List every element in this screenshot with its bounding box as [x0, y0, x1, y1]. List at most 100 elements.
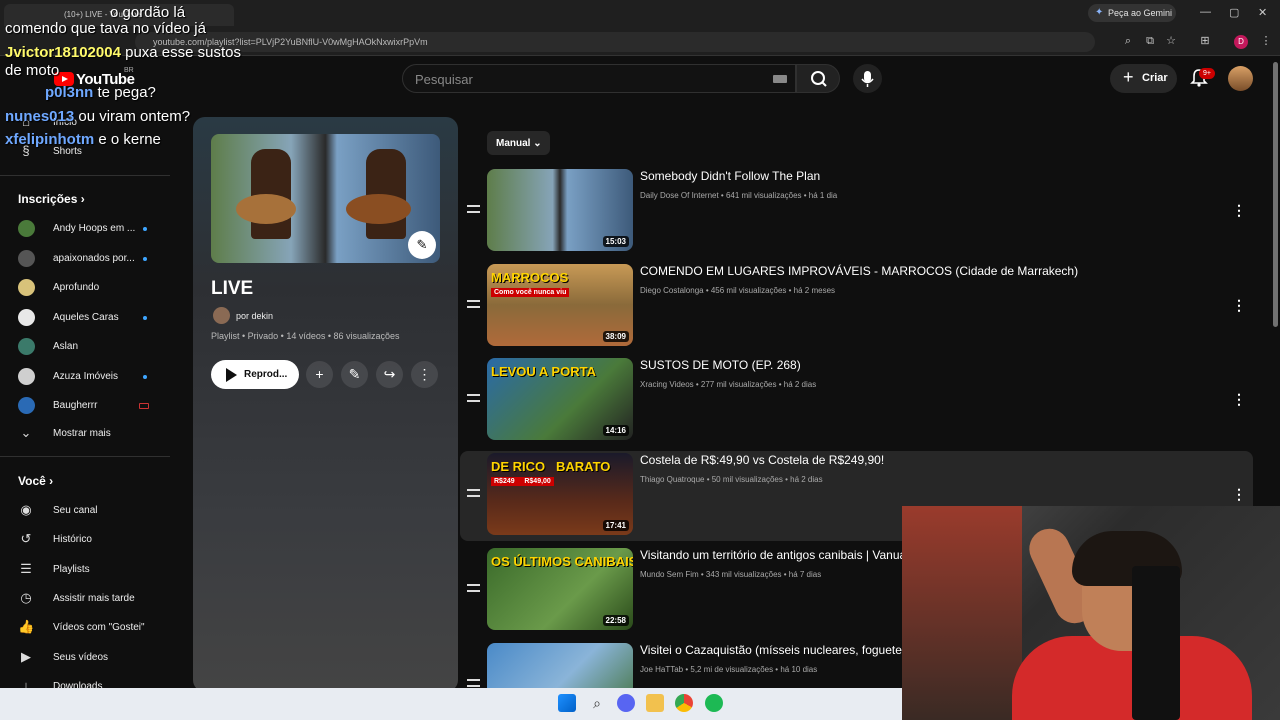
sidebar-item-like[interactable]: 👍 Vídeos com "Gostei" — [0, 617, 170, 639]
sidebar-item-subscription[interactable]: Andy Hoops em ... — [0, 218, 170, 240]
sidebar-item-subscription[interactable]: apaixonados por... — [0, 248, 170, 270]
chrome-icon[interactable] — [675, 694, 693, 712]
chat-message: de moto — [5, 62, 59, 79]
you-title: Você — [18, 474, 46, 488]
channel-avatar — [18, 308, 35, 326]
video-title[interactable]: Visitei o Cazaquistão (mísseis nucleares… — [640, 643, 908, 657]
channel-avatar — [18, 279, 35, 296]
close-icon[interactable]: ✕ — [1258, 6, 1267, 19]
minimize-icon[interactable]: — — [1200, 6, 1211, 18]
sidebar-item-subscription[interactable]: Aprofundo — [0, 277, 170, 299]
create-label: Criar — [1142, 72, 1168, 84]
zoom-icon[interactable]: ⌕ — [1120, 33, 1136, 49]
video-title[interactable]: SUSTOS DE MOTO (EP. 268) — [640, 358, 801, 372]
maximize-icon[interactable]: ▢ — [1229, 6, 1239, 19]
play-label: Reprod... — [244, 369, 288, 380]
playlist-video-row[interactable]: LEVOU A PORTA 14:16 SUSTOS DE MOTO (EP. 26… — [460, 356, 1253, 446]
sidebar-item-label: Andy Hoops em ... — [53, 223, 136, 234]
video-title[interactable]: Costela de R$:49,90 vs Costela de R$249,… — [640, 453, 884, 467]
video-thumbnail[interactable]: LEVOU A PORTA 14:16 — [487, 358, 633, 441]
new-content-dot — [143, 374, 147, 379]
sidebar-item-playlists[interactable]: ☰ Playlists — [0, 559, 170, 581]
search-icon[interactable]: ⌕ — [588, 694, 606, 712]
user-avatar[interactable] — [1228, 66, 1253, 91]
bookmark-star-icon[interactable]: ☆ — [1163, 33, 1179, 49]
video-thumbnail[interactable]: MARROCOS Como você nunca viu 38:09 — [487, 263, 633, 346]
chat-text: o gordão lá — [110, 4, 186, 21]
search-button[interactable] — [796, 64, 840, 93]
chat-message: nunes013 ou viram ontem? — [5, 108, 190, 125]
channel-avatar — [18, 367, 35, 385]
windows-start-icon[interactable] — [558, 694, 576, 712]
voice-search-button[interactable] — [853, 64, 882, 93]
spotify-icon[interactable] — [705, 694, 723, 712]
keyboard-icon[interactable] — [773, 75, 787, 83]
discord-icon[interactable] — [617, 694, 635, 712]
playlist-video-row[interactable]: MARROCOS Como você nunca viu 38:09 COMENDO … — [460, 262, 1253, 352]
playlist-video-row[interactable]: 15:03 Somebody Didn't Follow The Plan Dail… — [460, 167, 1253, 257]
video-thumbnail[interactable]: 15:03 — [487, 169, 633, 251]
thumb-guitar — [346, 194, 411, 224]
drag-handle-icon[interactable] — [467, 678, 480, 687]
playlist-thumbnail[interactable] — [211, 134, 440, 263]
extensions-icon[interactable]: ⊞ — [1197, 33, 1213, 49]
duration-badge: 15:03 — [602, 236, 629, 247]
sidebar-item-subscription[interactable]: Azuza Imóveis — [0, 366, 170, 388]
more-vert-icon[interactable]: ⋮ — [1232, 297, 1246, 314]
video-title[interactable]: Visitando um território de antigos canib… — [640, 548, 906, 562]
sidebar-item-subscription[interactable]: Aqueles Caras — [0, 307, 170, 329]
thumbnail-text: MARROCOS — [491, 269, 569, 285]
cast-icon[interactable]: ⧉ — [1142, 33, 1158, 49]
subscriptions-heading[interactable]: Inscrições › — [18, 192, 85, 206]
folder-icon[interactable] — [646, 694, 664, 712]
chat-message: Jvictor18102004 puxa esse sustos — [5, 44, 241, 61]
drag-handle-icon[interactable] — [467, 299, 480, 308]
video-title[interactable]: Somebody Didn't Follow The Plan — [640, 169, 820, 183]
mic-icon — [861, 71, 874, 87]
scrollbar-thumb[interactable] — [1273, 62, 1278, 327]
drag-handle-icon[interactable] — [467, 489, 480, 498]
address-bar[interactable]: youtube.com/playlist?list=PLVjP2YuBNflU-… — [135, 32, 1095, 52]
video-thumbnail[interactable]: DE RICO BARATO R$249 R$49,00 17:41 — [487, 453, 633, 536]
sidebar-item-clock[interactable]: ◷ Assistir mais tarde — [0, 588, 170, 610]
edit-button[interactable]: ✎ — [341, 361, 368, 388]
sidebar-item-video[interactable]: ▶ Seus vídeos — [0, 647, 170, 669]
sidebar-item-history[interactable]: ↺ Histórico — [0, 529, 170, 551]
gemini-button[interactable]: ✦ Peça ao Gemini — [1088, 4, 1176, 22]
chevron-right-icon: › — [49, 474, 54, 488]
edit-thumbnail-button[interactable]: ✎ — [408, 231, 436, 259]
search-input[interactable]: Pesquisar — [402, 64, 796, 93]
sort-dropdown[interactable]: Manual ⌄ — [487, 131, 550, 155]
like-icon: 👍 — [18, 619, 35, 635]
browser-profile-avatar[interactable]: D — [1234, 35, 1248, 49]
chat-message: p0l3nn te pega? — [45, 84, 156, 101]
sidebar-item-label: Mostrar mais — [53, 428, 111, 439]
sidebar-item-label: Aslan — [53, 341, 79, 352]
sidebar-item-subscription[interactable]: Baugherrr — [0, 395, 170, 417]
video-meta: Diego Costalonga • 456 mil visualizações… — [640, 285, 836, 295]
more-vert-icon[interactable]: ⋮ — [1232, 391, 1246, 408]
add-button[interactable]: + — [306, 361, 333, 388]
more-button[interactable]: ⋮ — [411, 361, 438, 388]
playlist-title: LIVE — [211, 278, 254, 299]
chevron-down-icon: ⌄ — [20, 425, 32, 440]
browser-menu-icon[interactable]: ⋮ — [1258, 33, 1274, 49]
sidebar-item-subscription[interactable]: Aslan — [0, 336, 170, 358]
play-all-button[interactable]: Reprod... — [211, 360, 299, 389]
you-heading[interactable]: Você › — [18, 474, 53, 488]
thumb-guitar — [236, 194, 296, 224]
share-button[interactable]: ↪ — [376, 361, 403, 388]
create-button[interactable]: + Criar — [1110, 64, 1177, 93]
drag-handle-icon[interactable] — [467, 394, 480, 403]
new-content-dot — [143, 315, 147, 320]
drag-handle-icon[interactable] — [467, 583, 480, 592]
drag-handle-icon[interactable] — [467, 205, 480, 213]
sidebar-item-user[interactable]: ◉ Seu canal — [0, 500, 170, 522]
show-more-button[interactable]: ⌄ Mostrar mais — [0, 423, 170, 445]
video-thumbnail[interactable]: OS ÚLTIMOS CANIBAIS 22:58 — [487, 547, 633, 630]
chevron-right-icon: › — [80, 192, 85, 206]
playlist-owner[interactable]: por dekin — [236, 311, 273, 321]
video-title[interactable]: COMENDO EM LUGARES IMPROVÁVEIS - MARROCO… — [640, 264, 1078, 278]
more-vert-icon[interactable]: ⋮ — [1232, 486, 1246, 503]
more-vert-icon[interactable]: ⋮ — [1232, 202, 1246, 219]
